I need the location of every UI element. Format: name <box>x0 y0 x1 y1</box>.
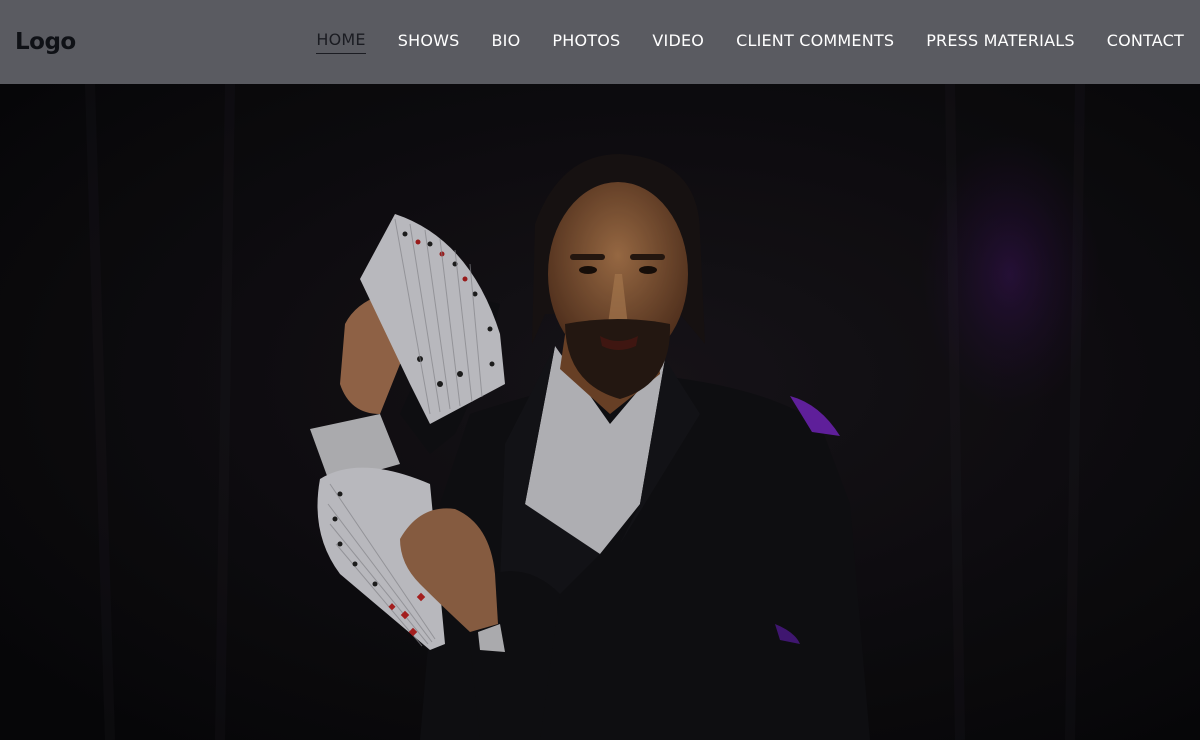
nav-press-materials[interactable]: PRESS MATERIALS <box>926 31 1075 54</box>
hero-banner <box>0 84 1200 740</box>
nav-contact[interactable]: CONTACT <box>1107 31 1184 54</box>
nav-shows[interactable]: SHOWS <box>398 31 460 54</box>
main-nav: HOME SHOWS BIO PHOTOS VIDEO CLIENT COMME… <box>284 30 1184 54</box>
nav-bio[interactable]: BIO <box>492 31 521 54</box>
nav-video[interactable]: VIDEO <box>652 31 704 54</box>
site-logo[interactable]: Logo <box>15 29 76 55</box>
nav-home[interactable]: HOME <box>316 30 366 54</box>
nav-client-comments[interactable]: CLIENT COMMENTS <box>736 31 894 54</box>
site-header: Logo HOME SHOWS BIO PHOTOS VIDEO CLIENT … <box>0 0 1200 84</box>
hero-magician-image <box>0 84 1200 740</box>
nav-photos[interactable]: PHOTOS <box>552 31 620 54</box>
